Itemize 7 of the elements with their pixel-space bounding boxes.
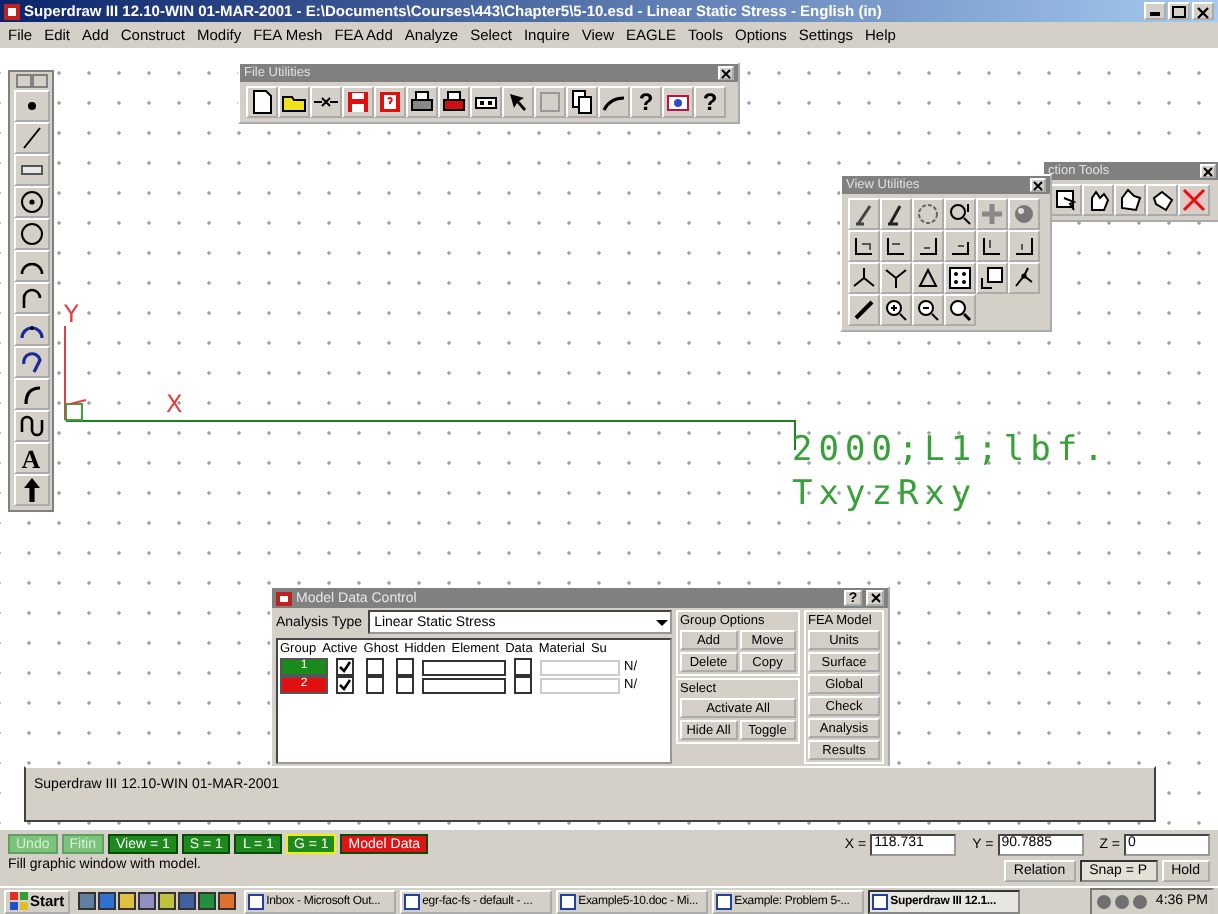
load-label: 2000;L1;lbf. xyxy=(792,428,1110,472)
load-label: TxyzRxy xyxy=(792,472,980,516)
toolbar-button[interactable]: ? xyxy=(694,86,726,118)
tool-button[interactable]: A xyxy=(13,442,49,474)
axis-label: Y xyxy=(64,300,79,328)
toolbar-button[interactable]: ? xyxy=(630,86,662,118)
axis-label: X xyxy=(166,390,183,418)
